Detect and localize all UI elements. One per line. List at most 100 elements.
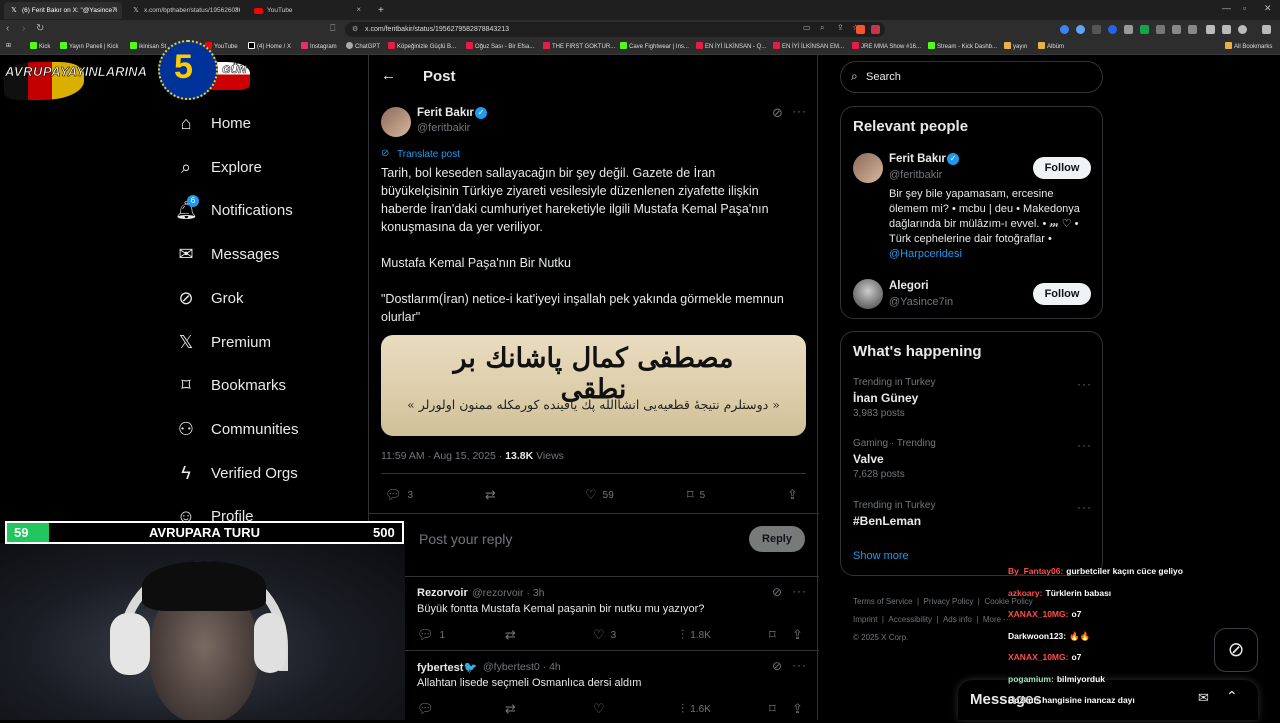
views-action[interactable]: ⫶ 1.6K: [681, 701, 711, 717]
all-bookmarks-folder[interactable]: All Bookmarks: [1225, 42, 1272, 50]
person-name[interactable]: Alegori: [889, 280, 929, 292]
restore-icon[interactable]: ▫: [1243, 3, 1246, 13]
more-options-icon[interactable]: ···: [1077, 500, 1092, 514]
extension-icon[interactable]: [1156, 25, 1165, 34]
extension-icon[interactable]: [1172, 25, 1181, 34]
sidebar-item-explore[interactable]: ⌕ Explore: [175, 156, 262, 178]
reload-icon[interactable]: ↻: [36, 23, 44, 34]
extension-icon[interactable]: [1140, 25, 1149, 34]
views-action[interactable]: ⫶ 1.8K: [681, 627, 711, 643]
more-options-icon[interactable]: ···: [792, 104, 807, 118]
person-avatar[interactable]: [853, 153, 883, 183]
bookmark-action[interactable]: ⌑ 5: [687, 487, 705, 503]
browser-tab-x-post[interactable]: 𝕏 (6) Ferit Bakır on X: "@Yasince7i ×: [4, 2, 122, 19]
bookmark-item[interactable]: Oğuz Sası - Bir Efsa...: [466, 42, 534, 50]
share-action[interactable]: ⇪: [792, 627, 809, 643]
bookmark-action[interactable]: ⌑: [769, 627, 782, 643]
bookmark-item[interactable]: Instagram: [301, 42, 337, 50]
brave-rewards-icon[interactable]: [871, 25, 880, 34]
grok-explain-icon[interactable]: ⊘: [772, 659, 782, 673]
grok-floating-button[interactable]: ⊘: [1214, 628, 1258, 672]
person-name[interactable]: Ferit Bakır: [889, 153, 946, 165]
menu-icon[interactable]: [1262, 25, 1271, 34]
bookmark-page-icon[interactable]: ⎕: [330, 23, 335, 34]
post-image[interactable]: مصطفى كمال پاشانك بر نطقى « دوستلرم نتيج…: [381, 335, 806, 436]
repost-action[interactable]: ⇄: [505, 701, 522, 717]
author-name[interactable]: Ferit Bakır: [417, 107, 474, 119]
reply-action[interactable]: 💬︎ 3: [385, 487, 413, 503]
author-handle[interactable]: @feritbakir: [417, 122, 470, 134]
follow-button[interactable]: Follow: [1033, 283, 1091, 305]
reply-tweet[interactable]: fybertest🐦 @fybertest0 · 4h ⊘ ··· Allaht…: [369, 651, 819, 723]
profile-icon[interactable]: [1238, 25, 1247, 34]
reply-button[interactable]: Reply: [749, 526, 805, 552]
bookmark-item[interactable]: JRE MMA Show #16...: [852, 42, 921, 50]
extension-icon[interactable]: [1092, 25, 1101, 34]
follow-button[interactable]: Follow: [1033, 157, 1091, 179]
site-info-icon[interactable]: ⚙: [352, 22, 358, 37]
share-action[interactable]: ⇪: [787, 487, 804, 503]
more-options-icon[interactable]: ···: [1077, 377, 1092, 391]
bookmark-item[interactable]: EN İYİ İLKİNSAN EM...: [773, 42, 844, 50]
footer-link[interactable]: Cookie Policy: [984, 597, 1032, 606]
reply-action[interactable]: 💬︎: [417, 701, 440, 717]
translate-post-link[interactable]: Translate post: [397, 149, 460, 160]
bookmark-item[interactable]: Stream - Kick Dashb...: [928, 42, 997, 50]
bookmark-item[interactable]: ChatGPT: [346, 42, 380, 50]
back-icon[interactable]: ‹: [6, 23, 9, 34]
sidebar-item-verified-orgs[interactable]: ϟ Verified Orgs: [175, 462, 297, 484]
person-avatar[interactable]: [853, 279, 883, 309]
more-options-icon[interactable]: ···: [1077, 438, 1092, 452]
bookmark-item[interactable]: Cave Fightwear | Ins...: [620, 42, 689, 50]
wallet-icon[interactable]: [1222, 25, 1231, 34]
grok-explain-icon[interactable]: ⊘: [772, 585, 782, 599]
like-action[interactable]: ♡ 59: [585, 487, 614, 503]
back-arrow-icon[interactable]: ←: [381, 67, 396, 84]
sidebar-item-grok[interactable]: ⊘ Grok: [175, 287, 243, 309]
show-more-link[interactable]: Show more: [853, 550, 909, 562]
footer-link[interactable]: Terms of Service: [853, 597, 913, 606]
bookmark-folder[interactable]: yayın: [1004, 42, 1027, 50]
brave-shield-icon[interactable]: [856, 25, 865, 34]
reply-tweet[interactable]: Rezorvoir @rezorvoir · 3h ⊘ ··· Büyük fo…: [369, 577, 819, 649]
sidebar-toggle-icon[interactable]: [1206, 25, 1215, 34]
sidebar-item-communities[interactable]: ⚇ Communities: [175, 418, 299, 440]
new-tab-button[interactable]: +: [372, 2, 386, 19]
cast-icon[interactable]: ▭: [803, 23, 811, 32]
bio-mention-link[interactable]: @Harpceridesi: [889, 248, 962, 260]
reply-input[interactable]: Post your reply: [419, 531, 512, 547]
zoom-icon[interactable]: ⌕: [820, 23, 824, 33]
footer-link[interactable]: Privacy Policy: [924, 597, 974, 606]
browser-tab-youtube[interactable]: YouTube ×: [248, 2, 366, 19]
bookmark-item[interactable]: (4) Home / X: [248, 42, 291, 50]
more-options-icon[interactable]: ···: [792, 658, 807, 672]
bookmark-item[interactable]: EN İYİ İLKİNSAN - Q...: [696, 42, 766, 50]
repost-action[interactable]: ⇄: [505, 627, 522, 643]
footer-link[interactable]: Accessibility: [888, 615, 932, 624]
bookmark-folder[interactable]: Albüm: [1038, 42, 1064, 50]
grok-explain-icon[interactable]: ⊘: [772, 105, 783, 121]
like-action[interactable]: ♡ 3: [593, 627, 616, 643]
footer-link[interactable]: Imprint: [853, 615, 877, 624]
sidebar-item-home[interactable]: ⌂ Home: [175, 112, 251, 134]
reply-author-name[interactable]: Rezorvoir: [417, 587, 468, 599]
browser-tab-bpthaber[interactable]: 𝕏 x.com/bpthaber/status/1956260369 ×: [126, 2, 244, 19]
close-tab-icon[interactable]: ×: [356, 5, 361, 14]
trend-item[interactable]: Trending in Turkey #BenLeman ···: [853, 500, 1093, 530]
extension-icon[interactable]: [1076, 25, 1085, 34]
extension-icon[interactable]: [1188, 25, 1197, 34]
repost-action[interactable]: ⇄: [485, 487, 502, 503]
more-options-icon[interactable]: ···: [792, 584, 807, 598]
search-input[interactable]: Search: [866, 71, 901, 83]
sidebar-item-messages[interactable]: ✉ Messages: [175, 243, 279, 265]
close-tab-icon[interactable]: ×: [112, 5, 117, 14]
close-window-icon[interactable]: ✕: [1264, 3, 1272, 14]
minimize-icon[interactable]: —: [1222, 3, 1231, 13]
reply-action[interactable]: 💬︎ 1: [417, 627, 445, 643]
new-message-icon[interactable]: ✉: [1198, 690, 1209, 706]
sidebar-item-notifications[interactable]: 🔔︎ 6 Notifications: [175, 195, 293, 221]
sidebar-item-bookmarks[interactable]: ⌑ Bookmarks: [175, 374, 286, 396]
forward-icon[interactable]: ›: [22, 23, 25, 34]
expand-drawer-icon[interactable]: ⌃: [1226, 688, 1238, 705]
footer-link[interactable]: Ads info: [943, 615, 972, 624]
